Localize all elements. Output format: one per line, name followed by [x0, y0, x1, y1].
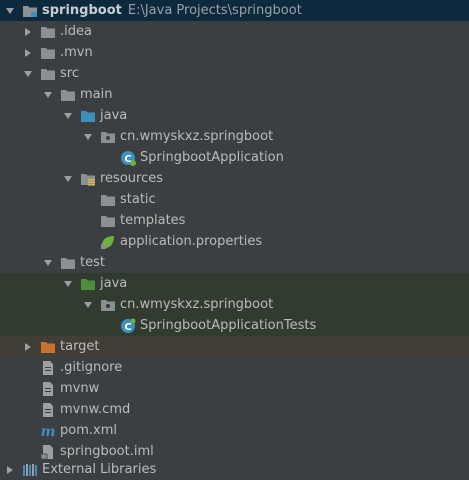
expand-arrow-icon[interactable]: [42, 257, 54, 269]
tree-node-label: test: [80, 255, 105, 270]
folder-icon: [40, 45, 56, 61]
project-folder-icon: [22, 3, 38, 19]
tree-node-label: pom.xml: [60, 423, 117, 438]
tree-node-main[interactable]: main: [0, 84, 469, 105]
expand-arrow-icon[interactable]: [82, 131, 94, 143]
tree-node-label: java: [100, 276, 128, 291]
tree-node-label: mvnw.cmd: [60, 402, 131, 417]
folder-icon: [60, 87, 76, 103]
tree-node-label: src: [60, 66, 79, 81]
expand-arrow-icon[interactable]: [62, 278, 74, 290]
tree-node-src[interactable]: src: [0, 63, 469, 84]
tree-node-label: cn.wmyskxz.springboot: [120, 297, 274, 312]
maven-icon: m: [40, 423, 56, 439]
svg-text:m: m: [41, 424, 56, 439]
tree-node-static[interactable]: static: [0, 189, 469, 210]
project-tree: springboot E:\Java Projects\springboot .…: [0, 0, 469, 480]
tree-node-label: .gitignore: [60, 360, 123, 375]
tree-node-label: static: [120, 192, 156, 207]
project-path: E:\Java Projects\springboot: [127, 3, 302, 18]
tree-node-test-class[interactable]: C SpringbootApplicationTests: [0, 315, 469, 336]
tree-node-label: main: [80, 87, 113, 102]
expand-arrow-icon[interactable]: [42, 89, 54, 101]
project-name: springboot: [42, 3, 122, 18]
tree-node-label: cn.wmyskxz.springboot: [120, 129, 274, 144]
folder-icon: [100, 192, 116, 208]
tree-node-label: templates: [120, 213, 186, 228]
collapsed-arrow-icon[interactable]: [22, 341, 34, 353]
tree-node-main-package[interactable]: cn.wmyskxz.springboot: [0, 126, 469, 147]
tree-node-label: java: [100, 108, 128, 123]
module-file-icon: [40, 444, 56, 460]
expand-arrow-icon[interactable]: [62, 110, 74, 122]
svg-text:C: C: [124, 322, 131, 333]
tree-node-external-libraries[interactable]: External Libraries: [0, 459, 469, 480]
tree-node-idea[interactable]: .idea: [0, 21, 469, 42]
tree-node-target[interactable]: target: [0, 336, 469, 357]
tree-node-main-class[interactable]: C SpringbootApplication: [0, 147, 469, 168]
tree-node-label: target: [60, 339, 100, 354]
tree-node-mvn[interactable]: .mvn: [0, 42, 469, 63]
expand-arrow-icon[interactable]: [82, 299, 94, 311]
spring-boot-class-icon: C: [120, 150, 136, 166]
folder-icon: [40, 66, 56, 82]
tree-node-mvnw[interactable]: mvnw: [0, 378, 469, 399]
folder-icon: [40, 24, 56, 40]
tree-node-gitignore[interactable]: .gitignore: [0, 357, 469, 378]
text-file-icon: [40, 381, 56, 397]
test-source-folder-icon: [80, 276, 96, 292]
tree-node-test-package[interactable]: cn.wmyskxz.springboot: [0, 294, 469, 315]
spring-properties-icon: [100, 234, 116, 250]
tree-node-label: .mvn: [60, 45, 93, 60]
tree-node-project-root[interactable]: springboot E:\Java Projects\springboot: [0, 0, 469, 21]
tree-node-mvnw-cmd[interactable]: mvnw.cmd: [0, 399, 469, 420]
source-folder-icon: [80, 108, 96, 124]
tree-node-label: application.properties: [120, 234, 263, 249]
tree-node-label: mvnw: [60, 381, 100, 396]
tree-node-test[interactable]: test: [0, 252, 469, 273]
tree-node-resources[interactable]: resources: [0, 168, 469, 189]
collapsed-arrow-icon[interactable]: [22, 47, 34, 59]
tree-node-app-properties[interactable]: application.properties: [0, 231, 469, 252]
tree-node-label: SpringbootApplicationTests: [140, 318, 317, 333]
tree-node-label: SpringbootApplication: [140, 150, 284, 165]
libraries-icon: [22, 462, 38, 478]
package-icon: [100, 129, 116, 145]
folder-icon: [100, 213, 116, 229]
tree-node-label: resources: [100, 171, 164, 186]
test-class-icon: C: [120, 318, 136, 334]
tree-node-test-java[interactable]: java: [0, 273, 469, 294]
expand-arrow-icon[interactable]: [22, 68, 34, 80]
collapsed-arrow-icon[interactable]: [4, 464, 16, 476]
collapsed-arrow-icon[interactable]: [22, 26, 34, 38]
tree-node-label: External Libraries: [42, 462, 157, 477]
text-file-icon: [40, 360, 56, 376]
tree-node-label: .idea: [60, 24, 92, 39]
tree-node-main-java[interactable]: java: [0, 105, 469, 126]
expand-arrow-icon[interactable]: [62, 173, 74, 185]
package-icon: [100, 297, 116, 313]
expand-arrow-icon[interactable]: [4, 5, 16, 17]
excluded-folder-icon: [40, 339, 56, 355]
tree-node-templates[interactable]: templates: [0, 210, 469, 231]
tree-node-pom[interactable]: m pom.xml: [0, 420, 469, 441]
folder-icon: [60, 255, 76, 271]
text-file-icon: [40, 402, 56, 418]
resources-folder-icon: [80, 171, 96, 187]
